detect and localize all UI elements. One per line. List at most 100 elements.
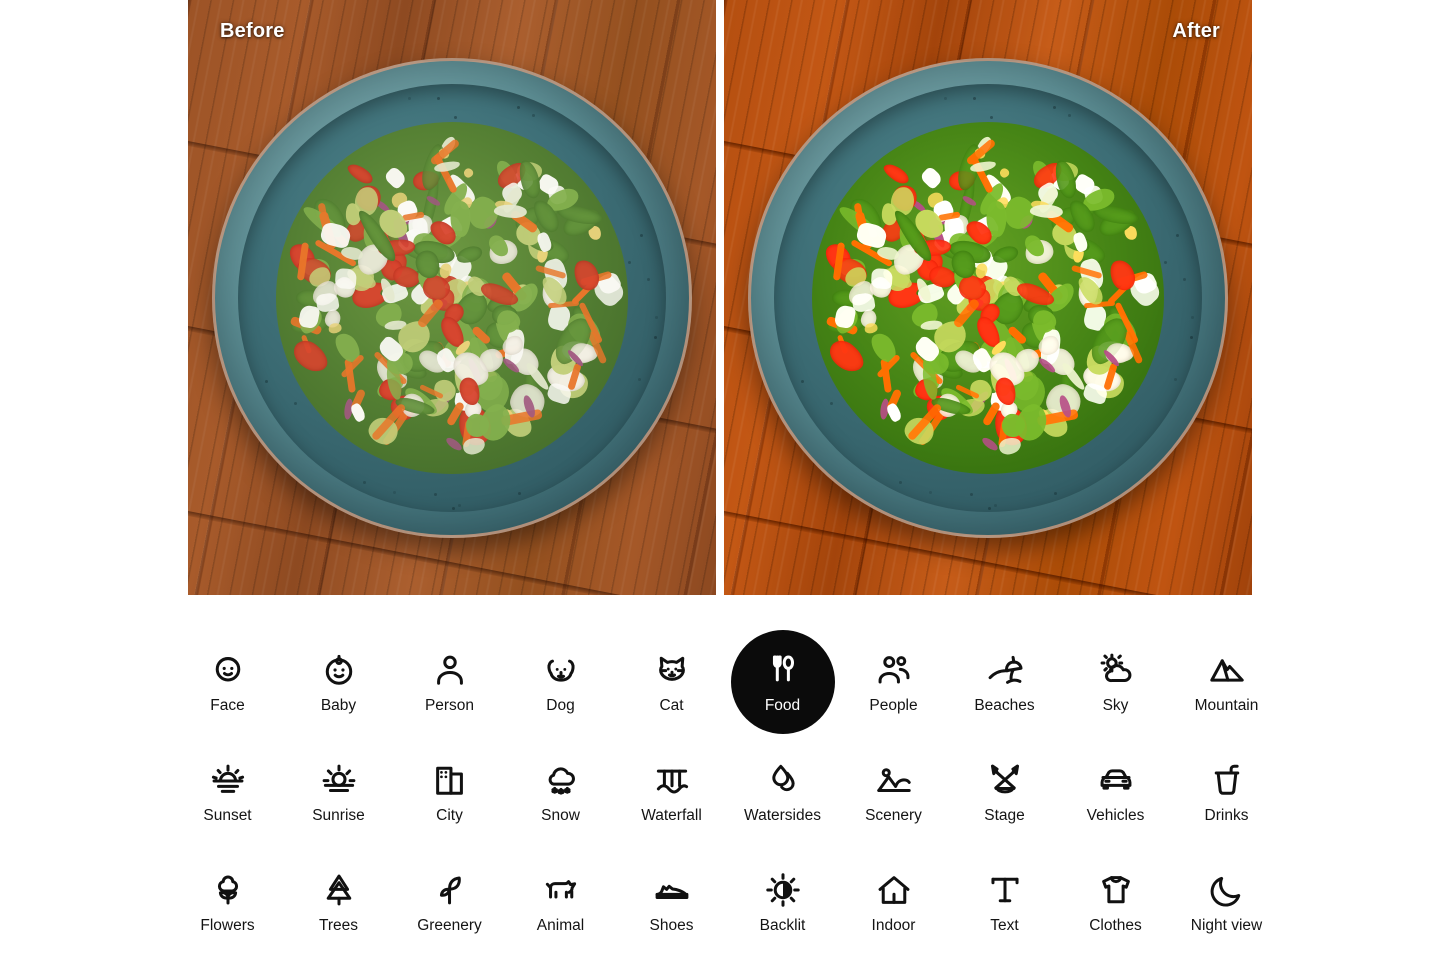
- after-photo-pane[interactable]: After: [724, 0, 1252, 595]
- category-label: Cat: [659, 696, 684, 714]
- category-item-sunset[interactable]: Sunset: [176, 740, 280, 844]
- category-item-sky[interactable]: Sky: [1064, 630, 1168, 734]
- category-item-drinks[interactable]: Drinks: [1175, 740, 1279, 844]
- category-item-person[interactable]: Person: [398, 630, 502, 734]
- plate-speck: [994, 503, 998, 507]
- waterfall-icon: [652, 760, 692, 800]
- plate-speck: [517, 105, 521, 109]
- sky-icon: [1096, 650, 1136, 690]
- category-item-animal[interactable]: Animal: [509, 850, 613, 954]
- plate-speck: [1190, 336, 1194, 339]
- category-label: Stage: [984, 806, 1025, 824]
- category-label: Backlit: [759, 916, 806, 934]
- category-item-baby[interactable]: Baby: [287, 630, 391, 734]
- plate-speck: [1068, 113, 1072, 117]
- category-item-watersides[interactable]: Watersides: [731, 740, 835, 844]
- category-item-trees[interactable]: Trees: [287, 850, 391, 954]
- category-label: Flowers: [200, 916, 255, 934]
- category-item-vehicles[interactable]: Vehicles: [1064, 740, 1168, 844]
- category-label: Shoes: [649, 916, 694, 934]
- category-item-stage[interactable]: Stage: [953, 740, 1057, 844]
- category-item-snow[interactable]: Snow: [509, 740, 613, 844]
- people-icon: [874, 650, 914, 690]
- category-label: Text: [990, 916, 1019, 934]
- salad-ingredient: [493, 204, 528, 219]
- salad-contents-before: [276, 121, 628, 474]
- category-label: Clothes: [1089, 916, 1142, 934]
- plate-speck: [654, 336, 658, 339]
- snow-icon: [541, 760, 581, 800]
- category-item-night-view[interactable]: Night view: [1175, 850, 1279, 954]
- plate-speck: [646, 277, 650, 281]
- tshirt-icon: [1096, 870, 1136, 910]
- before-photo-pane[interactable]: Before: [188, 0, 716, 595]
- category-item-mountain[interactable]: Mountain: [1175, 630, 1279, 734]
- beach-icon: [985, 650, 1025, 690]
- category-item-indoor[interactable]: Indoor: [842, 850, 946, 954]
- category-label: Scenery: [865, 806, 922, 824]
- stage-icon: [985, 760, 1025, 800]
- scenery-icon: [874, 760, 914, 800]
- category-item-people[interactable]: People: [842, 630, 946, 734]
- category-label: Sunset: [203, 806, 252, 824]
- shoe-icon: [652, 870, 692, 910]
- plate-speck: [989, 115, 993, 119]
- category-label: Vehicles: [1086, 806, 1145, 824]
- category-item-dog[interactable]: Dog: [509, 630, 613, 734]
- category-item-scenery[interactable]: Scenery: [842, 740, 946, 844]
- home-icon: [874, 870, 914, 910]
- plate-speck: [293, 402, 297, 406]
- category-label: Food: [764, 696, 801, 714]
- plate-speck: [437, 96, 441, 100]
- drinks-icon: [1207, 760, 1247, 800]
- category-label: Baby: [320, 696, 357, 714]
- category-item-greenery[interactable]: Greenery: [398, 850, 502, 954]
- category-item-sunrise[interactable]: Sunrise: [287, 740, 391, 844]
- category-label: Watersides: [744, 806, 821, 824]
- category-label: Night view: [1190, 916, 1263, 934]
- category-label: Sky: [1102, 696, 1129, 714]
- plate-speck: [628, 260, 632, 264]
- flower-icon: [208, 870, 248, 910]
- category-item-city[interactable]: City: [398, 740, 502, 844]
- plate-speck: [829, 402, 833, 406]
- category-label: Beaches: [974, 696, 1035, 714]
- category-item-beaches[interactable]: Beaches: [953, 630, 1057, 734]
- salad-ingredient: [349, 402, 368, 424]
- plate-speck: [640, 233, 644, 237]
- after-label: After: [1172, 20, 1220, 42]
- category-item-flowers[interactable]: Flowers: [176, 850, 280, 954]
- salad-ingredient: [863, 321, 879, 335]
- plate-speck: [458, 503, 462, 507]
- salad-ingredient: [461, 166, 475, 179]
- category-item-cat[interactable]: Cat: [620, 630, 724, 734]
- vehicles-icon: [1096, 760, 1136, 800]
- category-item-clothes[interactable]: Clothes: [1064, 850, 1168, 954]
- backlit-icon: [763, 870, 803, 910]
- category-item-text[interactable]: Text: [953, 850, 1057, 954]
- salad-ingredient: [344, 160, 376, 187]
- salad-ingredient: [918, 165, 944, 191]
- category-label: Waterfall: [641, 806, 702, 824]
- salad-ingredient: [880, 160, 912, 187]
- plate-speck: [1164, 260, 1168, 264]
- plate-speck: [655, 316, 659, 320]
- category-item-shoes[interactable]: Shoes: [620, 850, 724, 954]
- salad-plate-before: [212, 57, 692, 538]
- plate-speck: [392, 490, 396, 494]
- before-after-comparison: Before After: [188, 0, 1252, 595]
- category-item-face[interactable]: Face: [176, 630, 280, 734]
- category-label: Face: [210, 696, 245, 714]
- category-item-food[interactable]: Food: [730, 630, 835, 734]
- category-label: Indoor: [871, 916, 916, 934]
- watersides-icon: [763, 760, 803, 800]
- plate-speck: [1053, 105, 1057, 109]
- category-label: Animal: [536, 916, 585, 934]
- category-label: Trees: [318, 916, 359, 934]
- baby-icon: [319, 650, 359, 690]
- plate-speck: [451, 507, 455, 511]
- animal-icon: [541, 870, 581, 910]
- category-item-waterfall[interactable]: Waterfall: [620, 740, 724, 844]
- leaf-icon: [430, 870, 470, 910]
- category-item-backlit[interactable]: Backlit: [731, 850, 835, 954]
